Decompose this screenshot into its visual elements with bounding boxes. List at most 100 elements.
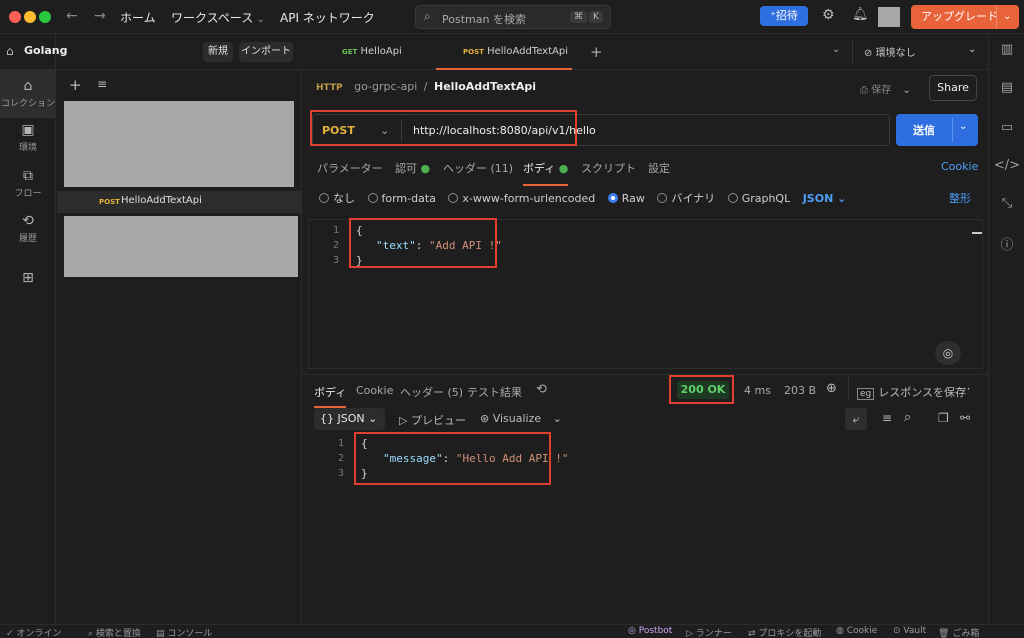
settings-gear-icon[interactable]: ⚙ <box>822 7 835 23</box>
console-button[interactable]: ▤ コンソール <box>156 626 212 638</box>
rail-environments[interactable]: ▣ 環境 <box>0 122 56 158</box>
nav-workspace[interactable]: ワークスペース ⌄ <box>171 9 265 26</box>
cookie-button[interactable]: ◍ Cookie <box>836 626 877 636</box>
response-tab-tests[interactable]: テスト結果 <box>467 384 522 400</box>
save-button[interactable]: ⎙ 保存 ⌄ <box>860 81 911 96</box>
preview-button[interactable]: ▷ プレビュー <box>399 412 466 428</box>
rail-add-workbench[interactable]: ⊞ <box>0 270 56 290</box>
status-badge[interactable]: 200 OK <box>677 381 729 399</box>
url-input[interactable]: http://localhost:8080/api/v1/hello <box>413 124 596 137</box>
environment-selector[interactable]: ⊘ 環境なし ⌄ <box>864 44 980 59</box>
import-button[interactable]: インポート <box>239 42 293 62</box>
add-icon[interactable]: + <box>69 76 82 94</box>
invite-button[interactable]: ⁺招待 <box>760 6 808 26</box>
proxy-label: プロキシを起動 <box>758 629 822 638</box>
search-input[interactable]: ⌕ Postman を検索 ⌘ K <box>415 5 611 29</box>
rail-flows[interactable]: ⧉ フロー <box>0 168 56 204</box>
status-bar: ✓ オンライン ⌕ 検索と置換 ▤ コンソール ◎ Postbot ▷ ランナー… <box>0 624 1024 638</box>
vault-button[interactable]: ⊙ Vault <box>893 626 926 636</box>
check-circle-icon: ✓ <box>6 629 14 638</box>
new-tab-icon[interactable]: + <box>590 43 603 61</box>
minimize-window-button[interactable] <box>24 11 36 23</box>
nav-api-network[interactable]: API ネットワーク <box>280 9 375 26</box>
find-replace-button[interactable]: ⌕ 検索と置換 <box>88 626 141 638</box>
find-replace-label: 検索と置換 <box>95 629 141 638</box>
send-button[interactable]: 送信 <box>896 122 952 138</box>
wrap-lines-icon[interactable]: ⤶ <box>845 408 867 430</box>
radio-none[interactable]: なし <box>319 192 355 205</box>
runner-button[interactable]: ▷ ランナー <box>686 626 732 638</box>
more-options-icon[interactable]: ··· <box>959 382 970 396</box>
copy-icon[interactable]: ❐ <box>938 411 949 425</box>
nav-home[interactable]: ホーム <box>120 9 156 26</box>
tab-headers[interactable]: ヘッダー (11) <box>443 160 513 176</box>
chevron-down-icon: ⌄ <box>380 124 390 137</box>
tabs-chevron-down-icon[interactable]: ⌄ <box>832 44 840 55</box>
link-icon[interactable]: ⚯ <box>960 411 970 425</box>
tab-params[interactable]: パラメーター <box>317 160 383 176</box>
radio-raw[interactable]: Raw <box>607 192 645 205</box>
radio-binary-label: バイナリ <box>671 192 716 205</box>
radio-urlencoded[interactable]: x-www-form-urlencoded <box>448 192 595 205</box>
response-tab-body[interactable]: ボディ <box>314 384 347 408</box>
tab-scripts[interactable]: スクリプト <box>581 160 636 176</box>
cookie-link[interactable]: Cookie <box>941 160 978 173</box>
save-response-label: レスポンスを保存 <box>878 386 967 399</box>
method-select[interactable]: POST ⌄ <box>322 124 389 137</box>
trash-button[interactable]: 🗑︎ ごみ箱 <box>938 626 979 638</box>
documentation-icon[interactable]: ▤ <box>989 80 1024 95</box>
online-status[interactable]: ✓ オンライン <box>6 626 61 638</box>
maximize-window-button[interactable] <box>39 11 51 23</box>
response-format-select[interactable]: {} JSON ⌄ <box>314 408 385 430</box>
radio-graphql[interactable]: GraphQL <box>727 192 790 205</box>
rail-collections[interactable]: ⌂ コレクション <box>0 70 56 118</box>
upgrade-button[interactable]: アップグレード ⌄ <box>911 5 1019 29</box>
filter-icon[interactable]: ≡ <box>882 411 892 425</box>
close-window-button[interactable] <box>9 11 21 23</box>
postbot-icon[interactable]: ◎ <box>935 341 961 365</box>
related-icon[interactable]: ⤡ <box>989 196 1024 211</box>
visualize-button[interactable]: ⊛ Visualize ⌄ <box>480 412 562 425</box>
response-size[interactable]: 203 B <box>784 384 816 397</box>
tab-auth-label: 認可 <box>395 162 417 175</box>
response-tab-headers[interactable]: ヘッダー (5) <box>400 384 463 400</box>
globe-icon[interactable]: ⊕ <box>826 381 837 396</box>
breadcrumb-collection[interactable]: go-grpc-api <box>354 80 417 93</box>
tab-settings[interactable]: 設定 <box>648 160 670 176</box>
console-icon: ▤ <box>156 629 165 638</box>
tab-hello-api[interactable]: GET HelloApi <box>342 34 402 70</box>
search-icon[interactable]: ⌕ <box>904 410 911 425</box>
forward-arrow-icon[interactable]: → <box>94 8 106 24</box>
tab-hello-add-text-api[interactable]: POST HelloAddTextApi <box>436 34 572 70</box>
chevron-down-icon[interactable]: ⌄ <box>1003 5 1011 29</box>
rail-history[interactable]: ⟲ 履歴 <box>0 213 56 249</box>
share-button[interactable]: Share <box>929 75 977 101</box>
response-tab-cookie[interactable]: Cookie <box>356 384 393 397</box>
send-options-chevron-icon[interactable]: ⌄ <box>959 121 967 132</box>
back-arrow-icon[interactable]: ← <box>66 8 78 24</box>
line-number: 2 <box>337 453 344 464</box>
new-button[interactable]: 新規 <box>203 42 233 62</box>
redacted-collection-block <box>64 101 294 187</box>
upgrade-label: アップグレード <box>921 10 998 23</box>
bell-icon[interactable]: 🔔︎ <box>852 7 869 22</box>
response-time[interactable]: 4 ms <box>744 384 771 397</box>
highlight-box-response-body <box>354 432 551 485</box>
sidebar-item-hello-add-text-api[interactable]: POST HelloAddTextApi <box>57 191 302 213</box>
tab-body[interactable]: ボディ ● <box>523 160 569 186</box>
avatar[interactable] <box>878 7 900 27</box>
filter-icon[interactable]: ≡ <box>97 77 107 91</box>
info-icon[interactable]: ⓘ <box>989 234 1024 253</box>
radio-form-data[interactable]: form-data <box>367 192 436 205</box>
raw-format-select[interactable]: JSON ⌄ <box>803 192 847 205</box>
response-history-icon[interactable]: ⟲ <box>536 382 547 397</box>
tab-auth[interactable]: 認可 ● <box>395 160 430 176</box>
comments-icon[interactable]: ▭ <box>989 120 1024 135</box>
radio-binary[interactable]: バイナリ <box>657 192 715 205</box>
layout-icon[interactable]: ▥ <box>989 42 1024 57</box>
code-icon[interactable]: </> <box>989 158 1024 173</box>
beautify-link[interactable]: 整形 <box>949 190 971 206</box>
save-response-button[interactable]: eg レスポンスを保存 <box>857 384 966 400</box>
proxy-button[interactable]: ⇄ プロキシを起動 <box>748 626 821 638</box>
postbot-button[interactable]: ◎ Postbot <box>628 626 672 636</box>
